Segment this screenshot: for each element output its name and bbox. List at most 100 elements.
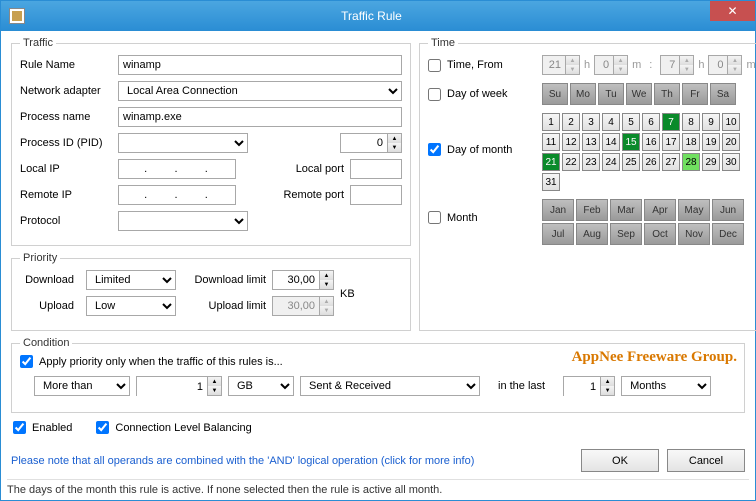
local-ip-input[interactable] (118, 159, 236, 179)
month-cell[interactable]: Nov (678, 223, 710, 245)
cancel-button[interactable]: Cancel (667, 449, 745, 472)
month-cell[interactable]: May (678, 199, 710, 221)
time-h1[interactable]: ▲▼ (542, 55, 580, 75)
process-input[interactable] (118, 107, 402, 127)
month-cell[interactable]: Mar (610, 199, 642, 221)
pid-spin[interactable]: ▲▼ (340, 133, 402, 153)
ok-button[interactable]: OK (581, 449, 659, 472)
dow-checkbox[interactable] (428, 88, 441, 101)
dom-checkbox[interactable] (428, 143, 441, 156)
month-cell[interactable]: Feb (576, 199, 608, 221)
network-select[interactable]: Local Area Connection (118, 81, 402, 101)
condition-legend: Condition (20, 337, 72, 349)
dow-cell[interactable]: Fr (682, 83, 708, 105)
dow-cell[interactable]: Sa (710, 83, 736, 105)
dom-cell[interactable]: 19 (702, 133, 720, 151)
enabled-checkbox[interactable] (13, 421, 26, 434)
dom-cell[interactable]: 8 (682, 113, 700, 131)
dom-cell[interactable]: 20 (722, 133, 740, 151)
dow-cell[interactable]: We (626, 83, 652, 105)
remote-ip-input[interactable] (118, 185, 236, 205)
info-link[interactable]: Please note that all operands are combin… (11, 455, 474, 467)
dom-grid: 1234567891011121314151617181920212223242… (542, 113, 744, 191)
close-button[interactable]: ✕ (710, 1, 755, 21)
time-h2[interactable]: ▲▼ (660, 55, 694, 75)
dom-cell[interactable]: 23 (582, 153, 600, 171)
dom-cell[interactable]: 15 (622, 133, 640, 151)
dom-cell[interactable]: 13 (582, 133, 600, 151)
dom-cell[interactable]: 1 (542, 113, 560, 131)
watermark: AppNee Freeware Group. (572, 349, 737, 366)
dom-cell[interactable]: 21 (542, 153, 560, 171)
dom-cell[interactable]: 4 (602, 113, 620, 131)
month-cell[interactable]: Oct (644, 223, 676, 245)
dom-cell[interactable]: 7 (662, 113, 680, 131)
dom-cell[interactable]: 9 (702, 113, 720, 131)
local-port-input[interactable] (350, 159, 402, 179)
local-port-label: Local port (296, 163, 344, 175)
cond-period-spin[interactable]: ▲▼ (563, 376, 615, 396)
dom-cell[interactable]: 18 (682, 133, 700, 151)
month-cell[interactable]: Dec (712, 223, 744, 245)
dom-cell[interactable]: 31 (542, 173, 560, 191)
cond-op-select[interactable]: More than (34, 376, 130, 396)
time-m1[interactable]: ▲▼ (594, 55, 628, 75)
month-cell[interactable]: Sep (610, 223, 642, 245)
month-checkbox[interactable] (428, 211, 441, 224)
dow-cell[interactable]: Su (542, 83, 568, 105)
dom-cell[interactable]: 3 (582, 113, 600, 131)
upload-limit-spin[interactable]: ▲▼ (272, 296, 334, 316)
cond-unit-select[interactable]: GB (228, 376, 294, 396)
dom-cell[interactable]: 25 (622, 153, 640, 171)
pid-select[interactable] (118, 133, 248, 153)
apply-checkbox[interactable] (20, 355, 33, 368)
traffic-group: Traffic Rule Name Network adapter Local … (11, 37, 411, 246)
dom-cell[interactable]: 10 (722, 113, 740, 131)
month-cell[interactable]: Jan (542, 199, 574, 221)
month-cell[interactable]: Jun (712, 199, 744, 221)
dom-cell[interactable]: 11 (542, 133, 560, 151)
remote-port-input[interactable] (350, 185, 402, 205)
dom-cell[interactable]: 2 (562, 113, 580, 131)
upload-select[interactable]: Low (86, 296, 176, 316)
dow-cell[interactable]: Tu (598, 83, 624, 105)
dom-cell[interactable]: 14 (602, 133, 620, 151)
dow-label: Day of week (447, 88, 508, 100)
dom-cell[interactable]: 22 (562, 153, 580, 171)
dom-cell[interactable]: 30 (722, 153, 740, 171)
month-cell[interactable]: Jul (542, 223, 574, 245)
month-cell[interactable]: Aug (576, 223, 608, 245)
time-from-checkbox[interactable] (428, 59, 441, 72)
dom-cell[interactable]: 12 (562, 133, 580, 151)
month-label: Month (447, 212, 478, 224)
time-from-label: Time, From (447, 59, 503, 71)
dow-cell[interactable]: Mo (570, 83, 596, 105)
download-label: Download (20, 274, 80, 286)
dom-cell[interactable]: 16 (642, 133, 660, 151)
dom-cell[interactable]: 17 (662, 133, 680, 151)
dom-cell[interactable]: 5 (622, 113, 640, 131)
dom-cell[interactable]: 29 (702, 153, 720, 171)
download-select[interactable]: Limited (86, 270, 176, 290)
in-last-label: in the last (486, 380, 557, 392)
remote-port-label: Remote port (283, 189, 344, 201)
dow-cell[interactable]: Th (654, 83, 680, 105)
rule-name-input[interactable] (118, 55, 402, 75)
protocol-select[interactable] (118, 211, 248, 231)
cond-amount-spin[interactable]: ▲▼ (136, 376, 222, 396)
download-limit-spin[interactable]: ▲▼ (272, 270, 334, 290)
dom-cell[interactable]: 27 (662, 153, 680, 171)
time-m2[interactable]: ▲▼ (708, 55, 742, 75)
clb-checkbox[interactable] (96, 421, 109, 434)
cond-period-unit-select[interactable]: Months (621, 376, 711, 396)
dom-cell[interactable]: 6 (642, 113, 660, 131)
dom-cell[interactable]: 24 (602, 153, 620, 171)
upload-limit-label: Upload limit (182, 300, 266, 312)
local-ip-label: Local IP (20, 163, 112, 175)
month-cell[interactable]: Apr (644, 199, 676, 221)
month-grid: JanFebMarAprMayJun JulAugSepOctNovDec (542, 199, 750, 245)
cond-direction-select[interactable]: Sent & Received (300, 376, 480, 396)
dom-cell[interactable]: 28 (682, 153, 700, 171)
clb-label: Connection Level Balancing (115, 422, 251, 434)
dom-cell[interactable]: 26 (642, 153, 660, 171)
